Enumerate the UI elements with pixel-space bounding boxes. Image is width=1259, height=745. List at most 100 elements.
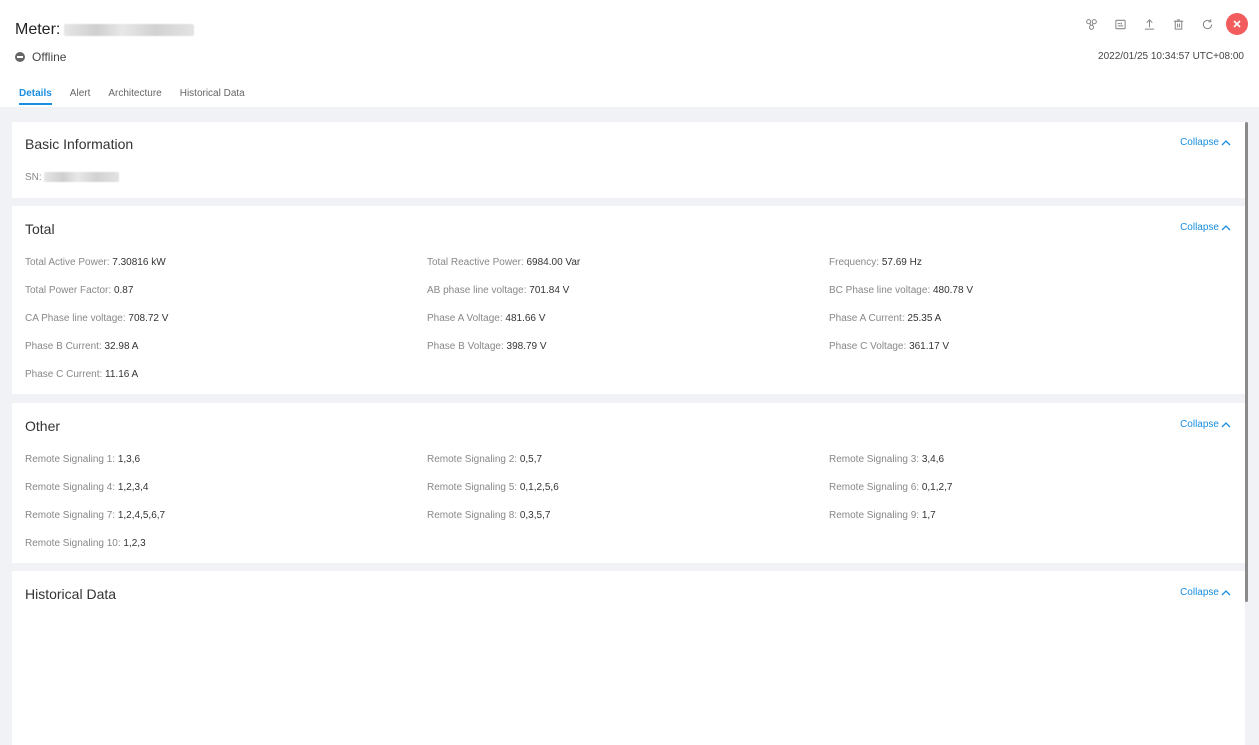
field-label: AB phase line voltage: bbox=[427, 285, 527, 296]
field-remote-signaling-5: Remote Signaling 5: 0,1,2,5,6 bbox=[427, 482, 559, 493]
field-remote-signaling-1: Remote Signaling 1: 1,3,6 bbox=[25, 454, 140, 465]
field-label: Remote Signaling 7: bbox=[25, 510, 116, 521]
refresh-icon[interactable] bbox=[1197, 14, 1217, 34]
offline-status-icon bbox=[15, 52, 25, 62]
field-label: Phase C Voltage: bbox=[829, 341, 907, 352]
field-label: Remote Signaling 4: bbox=[25, 482, 116, 493]
chevron-up-icon bbox=[1221, 421, 1231, 427]
field-phase-c-current: Phase C Current: 11.16 A bbox=[25, 369, 138, 380]
card-title: Basic Information bbox=[25, 136, 134, 152]
field-value: 708.72 V bbox=[128, 313, 169, 324]
field-remote-signaling-4: Remote Signaling 4: 1,2,3,4 bbox=[25, 482, 148, 493]
collapse-button[interactable]: Collapse bbox=[1180, 419, 1231, 430]
status-text: Offline bbox=[32, 50, 67, 64]
field-label: Total Active Power: bbox=[25, 257, 110, 268]
topology-icon[interactable] bbox=[1081, 14, 1101, 34]
page-header: Meter: Offline 2022/01/25 10:34:57 UTC+0… bbox=[0, 0, 1259, 107]
upload-icon[interactable] bbox=[1139, 14, 1159, 34]
field-phase-c-voltage: Phase C Voltage: 361.17 V bbox=[829, 341, 949, 352]
sn-label: SN: bbox=[25, 172, 42, 183]
field-value: 1,2,3,4 bbox=[117, 482, 149, 493]
field-value: 57.69 Hz bbox=[881, 257, 922, 268]
field-value: 0.87 bbox=[113, 285, 134, 296]
collapse-label: Collapse bbox=[1180, 419, 1219, 430]
field-ca-line-voltage: CA Phase line voltage: 708.72 V bbox=[25, 313, 168, 324]
field-total-power-factor: Total Power Factor: 0.87 bbox=[25, 285, 133, 296]
field-phase-a-current: Phase A Current: 25.35 A bbox=[829, 313, 941, 324]
collapse-label: Collapse bbox=[1180, 587, 1219, 598]
tab-architecture[interactable]: Architecture bbox=[108, 88, 161, 105]
tab-alert[interactable]: Alert bbox=[70, 88, 91, 105]
tab-bar: Details Alert Architecture Historical Da… bbox=[19, 88, 263, 105]
historical-data-card: Historical Data Collapse bbox=[12, 571, 1245, 745]
field-label: Total Power Factor: bbox=[25, 285, 112, 296]
field-label: Remote Signaling 10: bbox=[25, 538, 121, 549]
settings-panel-icon[interactable] bbox=[1110, 14, 1130, 34]
tab-historical-data[interactable]: Historical Data bbox=[180, 88, 245, 105]
field-value: 1,7 bbox=[921, 510, 936, 521]
field-label: Remote Signaling 6: bbox=[829, 482, 920, 493]
field-frequency: Frequency: 57.69 Hz bbox=[829, 257, 922, 268]
field-label: Phase A Voltage: bbox=[427, 313, 503, 324]
field-label: CA Phase line voltage: bbox=[25, 313, 126, 324]
field-value: 481.66 V bbox=[505, 313, 546, 324]
field-value: 7.30816 kW bbox=[112, 257, 166, 268]
field-value: 361.17 V bbox=[909, 341, 950, 352]
chevron-up-icon bbox=[1221, 224, 1231, 230]
content-scrollbar[interactable] bbox=[1245, 122, 1248, 602]
collapse-label: Collapse bbox=[1180, 137, 1219, 148]
tab-details[interactable]: Details bbox=[19, 88, 52, 105]
field-remote-signaling-2: Remote Signaling 2: 0,5,7 bbox=[427, 454, 542, 465]
collapse-button[interactable]: Collapse bbox=[1180, 587, 1231, 598]
field-phase-b-voltage: Phase B Voltage: 398.79 V bbox=[427, 341, 547, 352]
field-value: 1,2,3 bbox=[123, 538, 146, 549]
details-content: Basic Information Collapse SN: Total Col… bbox=[0, 107, 1259, 745]
field-total-reactive-power: Total Reactive Power: 6984.00 Var bbox=[427, 257, 580, 268]
field-value: 701.84 V bbox=[529, 285, 570, 296]
card-title: Historical Data bbox=[25, 586, 117, 602]
meter-name-redacted bbox=[64, 24, 195, 36]
card-title: Other bbox=[25, 418, 61, 434]
field-label: Remote Signaling 3: bbox=[829, 454, 920, 465]
meter-title-label: Meter: bbox=[15, 21, 61, 38]
field-value: 32.98 A bbox=[104, 341, 139, 352]
sn-value-redacted bbox=[43, 172, 119, 183]
field-label: BC Phase line voltage: bbox=[829, 285, 931, 296]
toolbar bbox=[1081, 13, 1248, 35]
field-value: 0,1,2,7 bbox=[921, 482, 953, 493]
field-label: Remote Signaling 5: bbox=[427, 482, 518, 493]
field-label: Remote Signaling 8: bbox=[427, 510, 518, 521]
field-remote-signaling-6: Remote Signaling 6: 0,1,2,7 bbox=[829, 482, 952, 493]
field-remote-signaling-8: Remote Signaling 8: 0,3,5,7 bbox=[427, 510, 550, 521]
close-button[interactable] bbox=[1226, 13, 1248, 35]
field-value: 1,3,6 bbox=[117, 454, 141, 465]
field-value: 398.79 V bbox=[506, 341, 547, 352]
field-value: 25.35 A bbox=[907, 313, 942, 324]
last-update-timestamp: 2022/01/25 10:34:57 UTC+08:00 bbox=[1098, 51, 1244, 62]
field-value: 3,4,6 bbox=[921, 454, 945, 465]
field-value: 0,3,5,7 bbox=[519, 510, 551, 521]
field-phase-a-voltage: Phase A Voltage: 481.66 V bbox=[427, 313, 545, 324]
field-value: 6984.00 Var bbox=[526, 257, 581, 268]
basic-information-card: Basic Information Collapse SN: bbox=[12, 122, 1245, 198]
field-ab-line-voltage: AB phase line voltage: 701.84 V bbox=[427, 285, 569, 296]
collapse-label: Collapse bbox=[1180, 222, 1219, 233]
field-remote-signaling-9: Remote Signaling 9: 1,7 bbox=[829, 510, 936, 521]
status-indicator: Offline bbox=[15, 50, 66, 64]
field-label: Phase C Current: bbox=[25, 369, 103, 380]
field-bc-line-voltage: BC Phase line voltage: 480.78 V bbox=[829, 285, 973, 296]
field-remote-signaling-7: Remote Signaling 7: 1,2,4,5,6,7 bbox=[25, 510, 165, 521]
field-label: Remote Signaling 9: bbox=[829, 510, 920, 521]
field-total-active-power: Total Active Power: 7.30816 kW bbox=[25, 257, 166, 268]
field-value: 11.16 A bbox=[105, 369, 139, 380]
card-title: Total bbox=[25, 221, 55, 237]
delete-icon[interactable] bbox=[1168, 14, 1188, 34]
field-label: Remote Signaling 1: bbox=[25, 454, 116, 465]
field-remote-signaling-10: Remote Signaling 10: 1,2,3 bbox=[25, 538, 146, 549]
collapse-button[interactable]: Collapse bbox=[1180, 222, 1231, 233]
field-label: Total Reactive Power: bbox=[427, 257, 524, 268]
collapse-button[interactable]: Collapse bbox=[1180, 137, 1231, 148]
chevron-up-icon bbox=[1221, 139, 1231, 145]
page-title: Meter: bbox=[15, 21, 195, 39]
field-value: 0,5,7 bbox=[519, 454, 543, 465]
